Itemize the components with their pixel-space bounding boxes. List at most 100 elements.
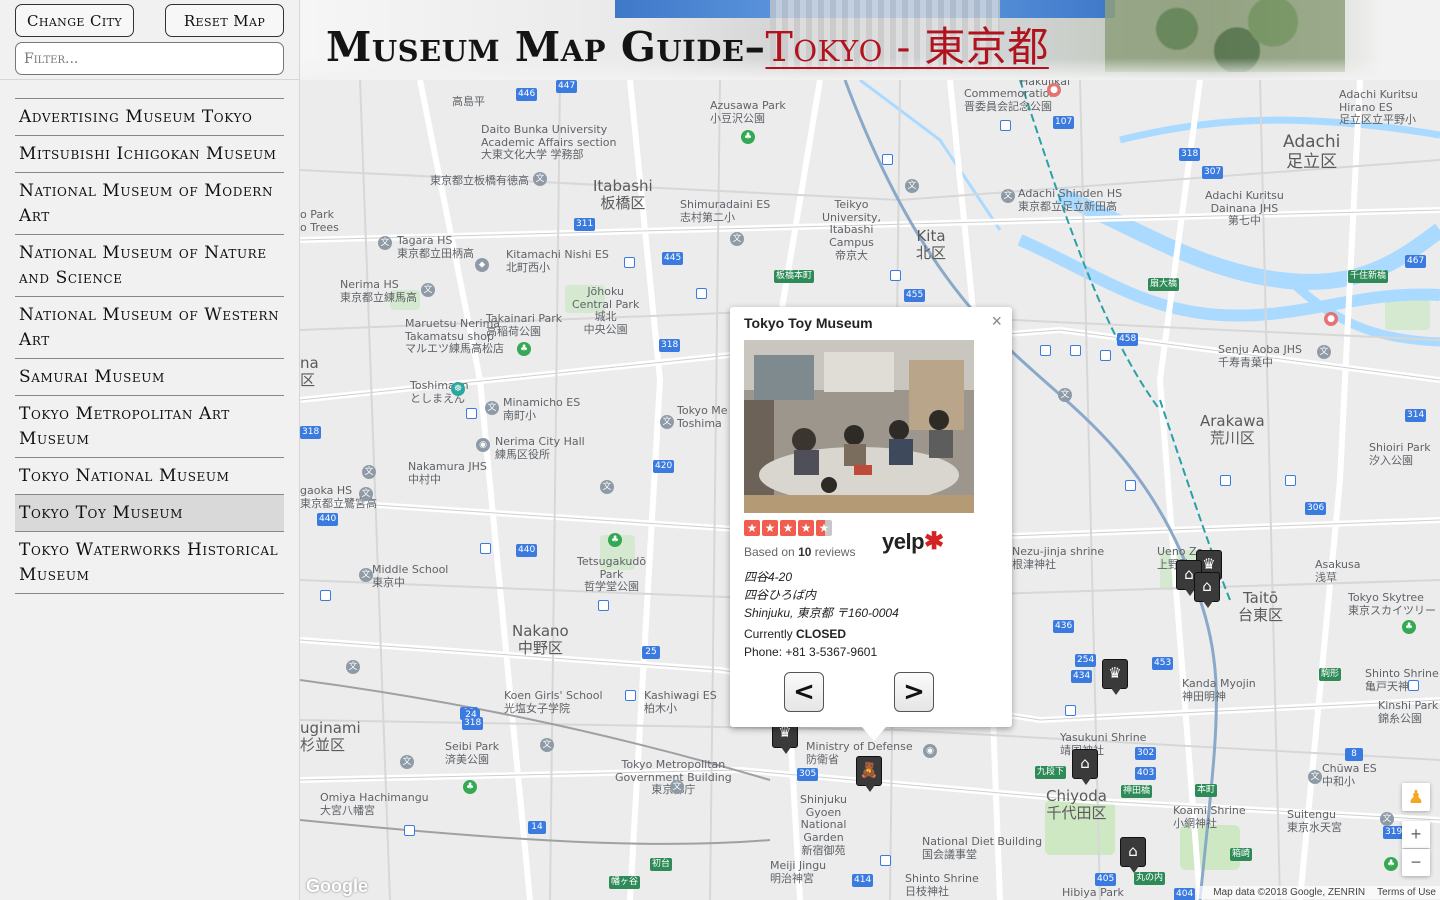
zoom-in-button[interactable]: + — [1402, 821, 1430, 848]
train-station-icon — [1408, 680, 1419, 691]
sidebar-divider — [0, 79, 300, 80]
route-shield: 314 — [1405, 409, 1427, 422]
title-separator: – — [744, 23, 766, 71]
museum-list-item[interactable]: Tokyo Waterworks Historical Museum — [15, 532, 284, 594]
place-label: Adachi Kuritsu Dainana JHS 第七中 — [1205, 189, 1284, 228]
place-label: Hibiya Park — [1062, 886, 1124, 899]
google-logo: Google — [306, 876, 368, 896]
route-shield: 414 — [852, 874, 874, 887]
map-canvas[interactable]: Itabashi 板橋区 Kita 北区 Adachi 足立区 Arakawa 荒川区 … — [300, 80, 1440, 900]
place-label: Shioiri Park 汐入公園 — [1369, 441, 1431, 467]
street-view-pegman-icon[interactable]: ♟ — [1402, 783, 1430, 811]
school-icon: 文 — [730, 232, 744, 246]
train-station-icon — [882, 154, 893, 165]
museum-list-item[interactable]: Mitsubishi Ichigokan Museum — [15, 136, 284, 173]
route-shield: 302 — [1135, 747, 1157, 760]
place-label: Kanda Myojin 神田明神 — [1182, 677, 1256, 703]
route-shield: 446 — [516, 88, 538, 101]
yelp-logo[interactable]: yelp✱ — [882, 527, 944, 556]
route-shield: 318 — [659, 339, 681, 352]
filter-input[interactable] — [15, 42, 284, 75]
station-label: 箱崎 — [1230, 848, 1253, 861]
place-label: Nerima HS 東京都立練馬高 — [340, 278, 417, 304]
school-icon: 文 — [359, 487, 373, 501]
school-icon: 文 — [378, 236, 392, 250]
museum-list-item[interactable]: Samurai Museum — [15, 359, 284, 396]
school-icon: 文 — [1308, 770, 1322, 784]
school-icon: 文 — [1001, 189, 1015, 203]
place-label: Koami Shrine 小網神社 — [1173, 804, 1246, 830]
route-shield: 25 — [642, 646, 660, 659]
museum-marker-icon[interactable]: ⌂ — [1194, 572, 1220, 608]
previous-button[interactable]: < — [784, 672, 824, 712]
park-icon: ♣ — [1402, 620, 1416, 634]
place-label: Omiya Hachimangu 大宮八幡宮 — [320, 791, 429, 817]
place-pin-icon: ● — [1047, 83, 1061, 97]
ward-label-nakano: Nakano 中野区 — [512, 622, 569, 658]
amusement-park-icon: ☸ — [451, 382, 465, 396]
museum-list-item[interactable]: Advertising Museum Tokyo — [15, 99, 284, 136]
place-label: Shinjuku Gyoen National Garden 新宿御苑 — [800, 793, 848, 857]
school-icon: 文 — [362, 465, 376, 479]
page-title: Museum Map Guide–Tokyo - 東京都 — [326, 13, 1049, 73]
museum-list-item[interactable]: National Museum of Nature and Science — [15, 235, 284, 297]
info-window-title: Tokyo Toy Museum — [744, 315, 873, 331]
place-label: Daito Bunka University Academic Affairs s… — [481, 123, 617, 162]
info-window: Tokyo Toy Museum × ★ ★ ★ ★ ★ Based on 10… — [730, 307, 1012, 741]
route-shield: 318 — [462, 717, 484, 730]
close-icon[interactable]: × — [991, 311, 1002, 332]
place-label: Shinto Shrine 亀戸天神 — [1365, 667, 1439, 693]
sidebar: Change City Reset Map Advertising Museum… — [0, 0, 300, 900]
museum-marker-icon[interactable]: ⌂ — [1120, 837, 1146, 873]
museum-list-item-selected[interactable]: Tokyo Toy Museum — [15, 495, 284, 532]
change-city-button[interactable]: Change City — [15, 4, 134, 37]
train-station-icon — [598, 600, 609, 611]
next-button[interactable]: > — [894, 672, 934, 712]
place-label: Jōhoku Central Park 城北 中央公園 — [572, 285, 640, 336]
museum-list-item[interactable]: Tokyo National Museum — [15, 458, 284, 495]
place-label: Takainari Park 高稲荷公園 — [486, 312, 563, 338]
train-station-icon — [1065, 705, 1076, 716]
route-shield: 436 — [1053, 620, 1075, 633]
place-label: Meiji Jingu 明治神宮 — [770, 859, 827, 885]
train-station-icon — [1100, 350, 1111, 361]
park-icon: ♣ — [608, 533, 622, 547]
route-shield: 307 — [1202, 166, 1224, 179]
train-station-icon — [466, 408, 477, 419]
review-count: Based on 10 reviews — [744, 545, 856, 559]
place-pin-icon: ● — [1324, 312, 1338, 326]
route-shield: 311 — [574, 218, 596, 231]
train-station-icon — [625, 690, 636, 701]
station-label: 駒形 — [1319, 668, 1342, 681]
museum-list: Advertising Museum Tokyo Mitsubishi Ichi… — [15, 98, 284, 594]
zoom-out-button[interactable]: − — [1402, 849, 1430, 876]
route-shield: 306 — [1305, 502, 1327, 515]
station-label: 板橋本町 — [774, 270, 815, 283]
reset-map-button[interactable]: Reset Map — [165, 4, 284, 37]
museum-list-item[interactable]: Tokyo Metropolitan Art Museum — [15, 396, 284, 458]
museum-list-item[interactable]: National Museum of Western Art — [15, 297, 284, 359]
route-shield: 319 — [1383, 826, 1405, 839]
station-label: 丸の内 — [1134, 872, 1166, 885]
place-label: Commemoration 晋委員会記念公園 — [964, 87, 1057, 113]
terms-of-use-link[interactable]: Terms of Use — [1377, 887, 1436, 898]
school-icon: 文 — [485, 401, 499, 415]
station-label: 初台 — [650, 858, 673, 871]
place-label: Adachi Shinden HS 東京都立足立新田高 — [1018, 187, 1123, 213]
place-label: Middle School 東京中 — [372, 563, 449, 589]
museum-marker-toy-icon[interactable]: 🧸 — [856, 756, 882, 792]
place-label: Minamicho ES 南町小 — [503, 396, 581, 422]
museum-marker-icon[interactable]: ⌂ — [1072, 749, 1098, 785]
place-label: National Diet Building 国会議事堂 — [922, 835, 1043, 861]
place-label: o Park o Trees — [300, 208, 339, 234]
museum-list-item[interactable]: National Museum of Modern Art — [15, 173, 284, 235]
place-label: Shimuradaini ES 志村第二小 — [680, 198, 771, 224]
park-icon: ⬥ — [475, 258, 489, 272]
park-icon: ♣ — [741, 130, 755, 144]
route-shield: 455 — [904, 289, 926, 302]
train-station-icon — [696, 288, 707, 299]
route-shield: 107 — [1053, 116, 1075, 129]
school-icon: 文 — [600, 480, 614, 494]
star-icon: ★ — [744, 520, 760, 536]
museum-marker-crown-icon[interactable]: ♛ — [1102, 659, 1128, 695]
